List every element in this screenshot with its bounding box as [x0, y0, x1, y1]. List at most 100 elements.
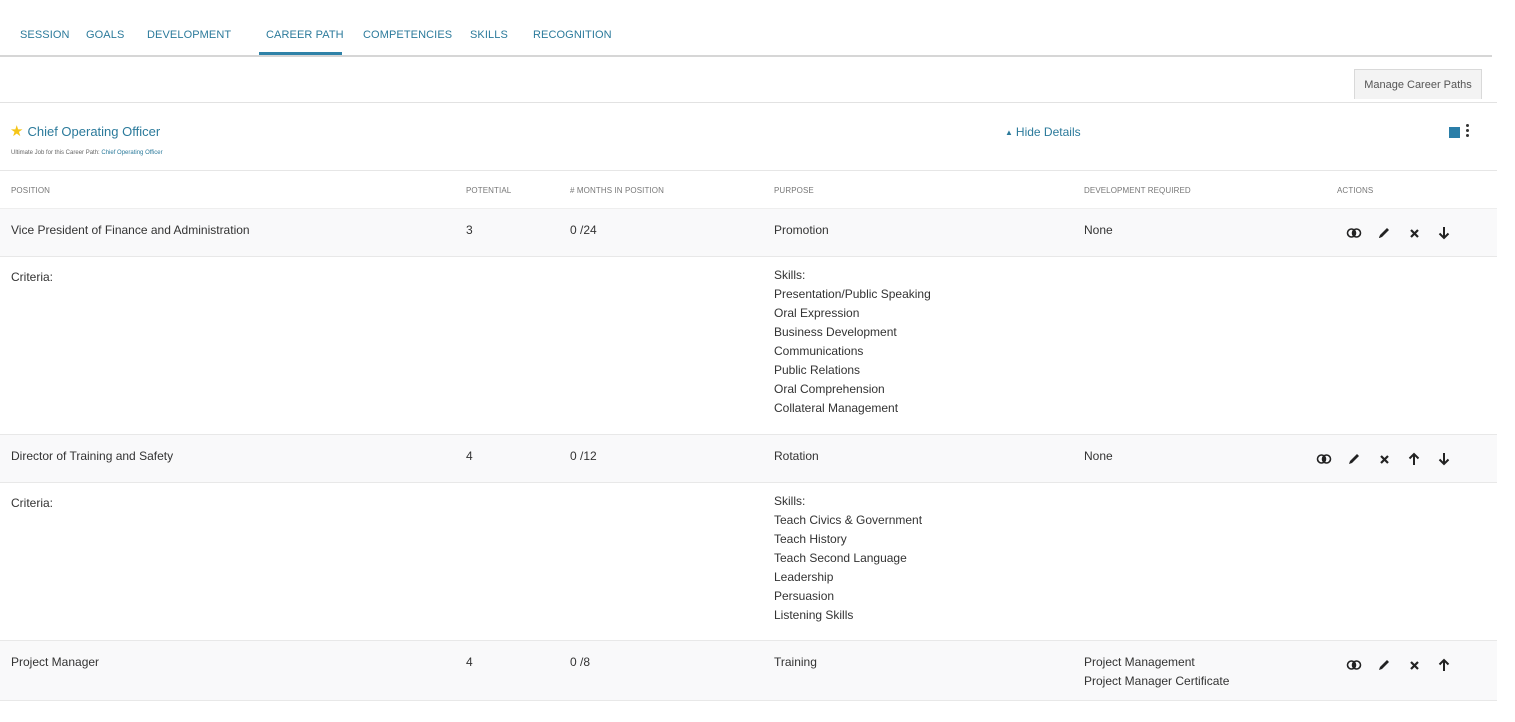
star-icon: ★: [10, 123, 24, 140]
manage-career-paths-button[interactable]: Manage Career Paths: [1354, 69, 1482, 99]
header-purpose: PURPOSE: [774, 186, 814, 195]
tab-competencies[interactable]: COMPETENCIES: [363, 29, 452, 41]
edit-button[interactable]: [1339, 450, 1369, 468]
purpose-value: Promotion: [774, 223, 829, 237]
toggle-view-icon: [1346, 660, 1362, 670]
potential-value: 4: [466, 655, 473, 669]
pencil-icon: [1379, 660, 1389, 670]
months-value: 0 /12: [570, 449, 597, 463]
skill-item: Business Development: [774, 325, 897, 339]
delete-button[interactable]: [1399, 656, 1429, 674]
criteria-label: Criteria:: [11, 270, 54, 284]
tab-goals[interactable]: GOALS: [86, 29, 124, 41]
skill-item: Public Relations: [774, 363, 861, 377]
purpose-value: Rotation: [774, 449, 819, 463]
edit-button[interactable]: [1369, 656, 1399, 674]
table-row: Project Manager 4 0 /8 Training Project …: [0, 641, 1497, 701]
development-value: Project Management: [1084, 655, 1195, 669]
development-value: None: [1084, 223, 1113, 237]
skill-item: Leadership: [774, 570, 834, 584]
table-row: Director of Training and Safety 4 0 /12 …: [0, 435, 1497, 483]
skill-item: Teach History: [774, 532, 847, 546]
career-path-header: ★ Chief Operating Officer Ultimate Job f…: [0, 103, 1497, 171]
skill-item: Teach Civics & Government: [774, 513, 923, 527]
move-down-button[interactable]: [1429, 224, 1459, 242]
tab-bar: SESSION GOALS DEVELOPMENT CAREER PATH CO…: [0, 0, 1492, 57]
months-value: 0 /8: [570, 655, 591, 669]
header-development: DEVELOPMENT REQUIRED: [1084, 186, 1191, 195]
skill-item: Presentation/Public Speaking: [774, 287, 931, 301]
table-row: Vice President of Finance and Administra…: [0, 209, 1497, 257]
skill-item: Oral Comprehension: [774, 382, 885, 396]
header-potential: POTENTIAL: [466, 186, 512, 195]
table-header: POSITION POTENTIAL # MONTHS IN POSITION …: [0, 171, 1497, 210]
view-button[interactable]: [1339, 656, 1369, 674]
move-up-button[interactable]: [1399, 450, 1429, 468]
view-button[interactable]: [1339, 224, 1369, 242]
hide-details-toggle[interactable]: ▲ Hide Details: [1005, 125, 1081, 139]
delete-button[interactable]: [1369, 450, 1399, 468]
career-path-title-text: Chief Operating Officer: [27, 124, 161, 139]
caret-up-icon: ▲: [1005, 128, 1013, 137]
close-icon: [1409, 660, 1419, 670]
skills-list: Skills: Presentation/Public Speaking Ora…: [774, 266, 931, 418]
pencil-icon: [1379, 228, 1389, 238]
purpose-value: Training: [774, 655, 817, 669]
more-options-icon[interactable]: [1464, 123, 1472, 139]
position-name: Vice President of Finance and Administra…: [11, 223, 250, 237]
color-swatch-icon[interactable]: [1449, 127, 1460, 138]
active-tab-indicator: [259, 52, 342, 55]
skills-label: Skills:: [774, 268, 806, 282]
skill-item: Persuasion: [774, 589, 835, 603]
skill-item: Teach Second Language: [774, 551, 907, 565]
row-actions: [1309, 450, 1459, 468]
close-icon: [1379, 454, 1389, 464]
career-path-title[interactable]: ★ Chief Operating Officer: [10, 124, 160, 139]
months-value: 0 /24: [570, 223, 597, 237]
position-name: Project Manager: [11, 655, 100, 669]
edit-button[interactable]: [1369, 224, 1399, 242]
career-path-subtitle: Ultimate Job for this Career Path: Chief…: [11, 150, 163, 156]
ultimate-job-link[interactable]: Chief Operating Officer: [101, 150, 162, 156]
arrow-up-icon: [1408, 452, 1420, 465]
toggle-view-icon: [1316, 454, 1332, 464]
skill-item: Oral Expression: [774, 306, 860, 320]
skills-label: Skills:: [774, 494, 806, 508]
move-up-button[interactable]: [1429, 656, 1459, 674]
skill-item: Communications: [774, 344, 864, 358]
header-months: # MONTHS IN POSITION: [570, 186, 665, 195]
skill-item: Listening Skills: [774, 608, 854, 622]
toolbar: Manage Career Paths: [0, 57, 1497, 103]
tab-session[interactable]: SESSION: [20, 29, 70, 41]
development-list: Project Management Project Manager Certi…: [1084, 653, 1229, 691]
hide-details-label: Hide Details: [1015, 125, 1081, 139]
delete-button[interactable]: [1399, 224, 1429, 242]
skills-list: Skills: Teach Civics & Government Teach …: [774, 492, 922, 625]
arrow-down-icon: [1438, 453, 1450, 466]
row-actions: [1339, 224, 1459, 242]
subtitle-prefix: Ultimate Job for this Career Path:: [11, 150, 102, 156]
arrow-up-icon: [1438, 658, 1450, 671]
move-down-button[interactable]: [1429, 450, 1459, 468]
pencil-icon: [1349, 454, 1359, 464]
potential-value: 3: [466, 223, 473, 237]
criteria-row: Criteria: Skills: Presentation/Public Sp…: [0, 257, 1497, 435]
skill-item: Collateral Management: [774, 401, 899, 415]
development-value: Project Manager Certificate: [1084, 674, 1230, 688]
potential-value: 4: [466, 449, 473, 463]
row-actions: [1339, 656, 1459, 674]
tab-recognition[interactable]: RECOGNITION: [533, 29, 612, 41]
header-actions: ACTIONS: [1337, 186, 1374, 195]
view-button[interactable]: [1309, 450, 1339, 468]
tab-career-path[interactable]: CAREER PATH: [266, 29, 344, 41]
position-name: Director of Training and Safety: [11, 449, 174, 463]
header-position: POSITION: [11, 186, 51, 195]
tab-development[interactable]: DEVELOPMENT: [147, 29, 231, 41]
close-icon: [1409, 228, 1419, 238]
development-value: None: [1084, 449, 1113, 463]
toggle-view-icon: [1346, 228, 1362, 238]
arrow-down-icon: [1438, 227, 1450, 240]
criteria-row: Criteria: Skills: Teach Civics & Governm…: [0, 483, 1497, 641]
tab-skills[interactable]: SKILLS: [470, 29, 508, 41]
criteria-label: Criteria:: [11, 496, 54, 510]
